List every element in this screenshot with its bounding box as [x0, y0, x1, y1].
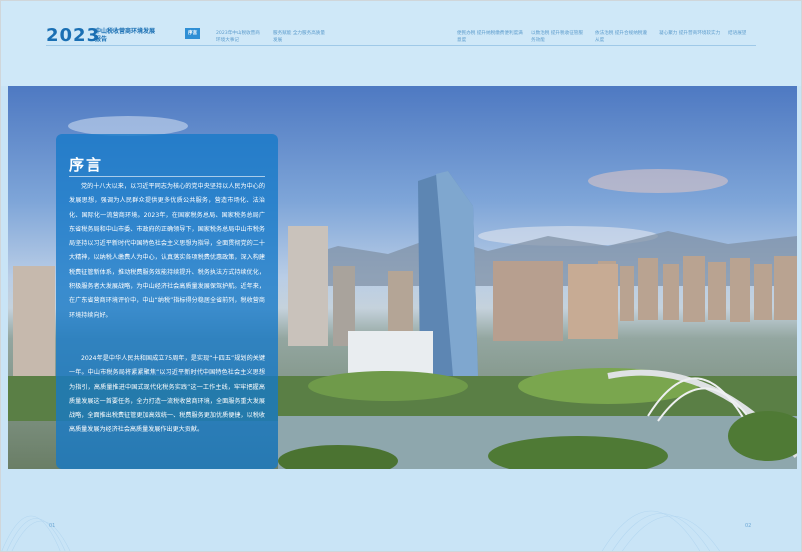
nav-item-service[interactable]: 服务赋能 全力服务高质量发展 [273, 30, 325, 44]
nav-item-convenience[interactable]: 便民办税 提升纳税缴费便利度满意度 [457, 30, 523, 44]
nav-item-events[interactable]: 2023年中山税收营商环境大事记 [216, 30, 260, 44]
preface-title-underline [69, 176, 265, 177]
preface-panel: 序言 党的十八大以来，以习近平同志为核心的党中央坚持以人民为中心的发展思想，强调… [56, 134, 278, 469]
preface-title: 序言 [69, 156, 104, 174]
preface-paragraph-1: 党的十八大以来，以习近平同志为核心的党中央坚持以人民为中心的发展思想，强调为人民… [69, 183, 265, 319]
nav-item-data[interactable]: 以数治税 提升税收征管服务效能 [531, 30, 586, 44]
page-footer [1, 469, 801, 551]
nav-item-preface[interactable]: 序言 [185, 28, 201, 39]
report-title: 中山税收营商环境发展报告 [95, 28, 156, 43]
header-divider [46, 45, 756, 46]
page-number-left: 01 [49, 523, 56, 529]
report-spread: 2023 中山税收营商环境发展报告 序言 2023年中山税收营商环境大事记 服务… [0, 0, 802, 552]
nav-item-softpower[interactable]: 凝心聚力 提升营商环境软实力 [659, 30, 721, 37]
report-year: 2023 [46, 25, 101, 46]
report-header: 2023 中山税收营商环境发展报告 序言 2023年中山税收营商环境大事记 服务… [1, 1, 801, 86]
nav-item-conclusion[interactable]: 结语展望 [728, 30, 746, 37]
nav-item-law[interactable]: 依法治税 提升合规纳税遵从度 [595, 30, 650, 44]
page-number-right: 02 [745, 523, 752, 529]
preface-paragraph-2: 2024年是中华人民共和国成立75周年，是实现“十四五”规划的关键一年。中山市税… [69, 355, 265, 434]
